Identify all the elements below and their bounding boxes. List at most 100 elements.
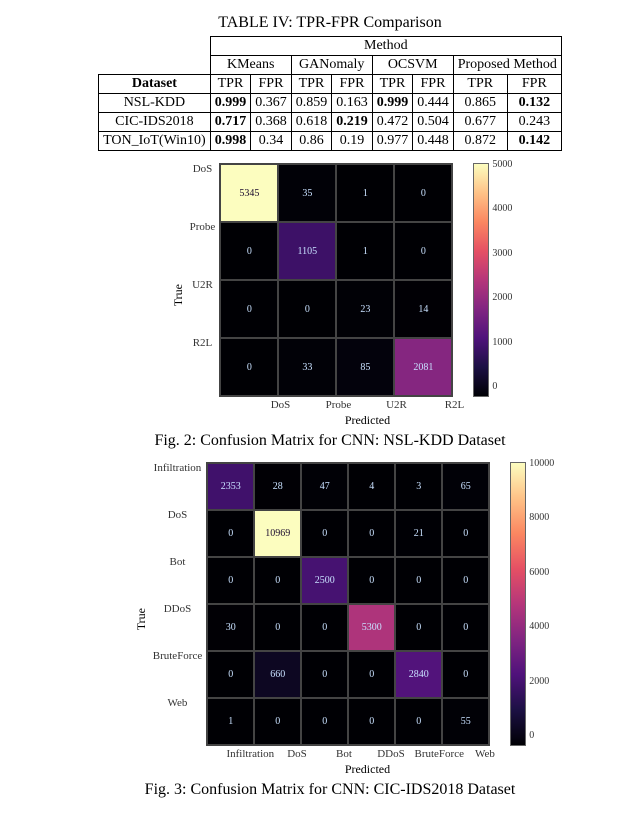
heatmap-cell: 10969 <box>254 510 301 557</box>
heatmap-cell: 30 <box>207 604 254 651</box>
dataset-header: Dataset <box>99 75 211 94</box>
heatmap-cell: 0 <box>301 510 348 557</box>
dataset-cell: NSL-KDD <box>99 94 211 113</box>
metric-header: TPR <box>210 75 251 94</box>
value-cell: 0.999 <box>372 94 413 113</box>
y-axis-label: True <box>171 284 186 306</box>
heatmap: TrueDoSProbeU2RR2L5345351001105100023140… <box>171 163 490 428</box>
heatmap-cell: 0 <box>301 698 348 745</box>
row-label: R2L <box>193 337 217 395</box>
heatmap-cell: 0 <box>394 164 452 222</box>
colorbar-tick: 2000 <box>529 677 554 687</box>
col-label: Probe <box>309 397 367 411</box>
fig3-caption: Fig. 3: Confusion Matrix for CNN: CIC-ID… <box>10 781 640 799</box>
x-axis-label: Predicted <box>251 413 483 428</box>
colorbar-tick: 4000 <box>492 204 512 214</box>
heatmap-cell: 0 <box>442 651 489 698</box>
colorbar-tick: 0 <box>492 382 512 392</box>
col-label: DDoS <box>367 746 414 760</box>
method-header: Method <box>210 37 561 56</box>
col-label: DoS <box>273 746 320 760</box>
heatmap-cell: 0 <box>442 557 489 604</box>
heatmap-cell: 21 <box>395 510 442 557</box>
heatmap-cell: 1 <box>336 222 394 280</box>
heatmap-cell: 0 <box>301 651 348 698</box>
colorbar: 1000080006000400020000 <box>510 462 526 746</box>
heatmap-cell: 660 <box>254 651 301 698</box>
heatmap: TrueInfiltrationDoSBotDDoSBruteForceWeb2… <box>134 462 526 777</box>
colorbar-tick: 0 <box>529 731 554 741</box>
heatmap-cell: 0 <box>395 604 442 651</box>
col-label: BruteForce <box>414 746 461 760</box>
value-cell: 0.368 <box>251 113 292 132</box>
row-label: DoS <box>168 509 192 556</box>
heatmap-cell: 0 <box>254 557 301 604</box>
heatmap-cell: 47 <box>301 463 348 510</box>
value-cell: 0.132 <box>507 94 561 113</box>
heatmap-cell: 0 <box>207 651 254 698</box>
value-cell: 0.717 <box>210 113 251 132</box>
heatmap-cell: 0 <box>442 510 489 557</box>
method-col: Proposed Method <box>453 56 561 75</box>
heatmap-cell: 55 <box>442 698 489 745</box>
method-col: GANomaly <box>291 56 372 75</box>
value-cell: 0.86 <box>291 132 332 151</box>
heatmap-cell: 0 <box>254 604 301 651</box>
colorbar: 500040003000200010000 <box>473 163 489 397</box>
value-cell: 0.219 <box>332 113 373 132</box>
row-label: DoS <box>193 163 217 221</box>
value-cell: 0.504 <box>413 113 454 132</box>
heatmap-cell: 0 <box>207 557 254 604</box>
value-cell: 0.444 <box>413 94 454 113</box>
value-cell: 0.448 <box>413 132 454 151</box>
fig2-caption: Fig. 2: Confusion Matrix for CNN: NSL-KD… <box>10 432 640 450</box>
heatmap-cell: 0 <box>278 280 336 338</box>
method-col: KMeans <box>210 56 291 75</box>
heatmap-cell: 0 <box>348 698 395 745</box>
value-cell: 0.872 <box>453 132 507 151</box>
heatmap-cell: 28 <box>254 463 301 510</box>
dataset-cell: TON_IoT(Win10) <box>99 132 211 151</box>
heatmap-cell: 3 <box>395 463 442 510</box>
colorbar-tick: 5000 <box>492 160 512 170</box>
value-cell: 0.472 <box>372 113 413 132</box>
heatmap-cell: 0 <box>395 557 442 604</box>
heatmap-cell: 85 <box>336 338 394 396</box>
value-cell: 0.977 <box>372 132 413 151</box>
heatmap-cell: 0 <box>254 698 301 745</box>
value-cell: 0.243 <box>507 113 561 132</box>
heatmap-cell: 65 <box>442 463 489 510</box>
col-label: Bot <box>320 746 367 760</box>
colorbar-tick: 1000 <box>492 338 512 348</box>
y-axis-label: True <box>134 608 149 630</box>
method-col: OCSVM <box>372 56 453 75</box>
heatmap-cell: 2081 <box>394 338 452 396</box>
col-label: DoS <box>251 397 309 411</box>
heatmap-cell: 0 <box>348 557 395 604</box>
heatmap-cell: 0 <box>207 510 254 557</box>
dataset-cell: CIC-IDS2018 <box>99 113 211 132</box>
metric-header: TPR <box>372 75 413 94</box>
heatmap-cell: 0 <box>394 222 452 280</box>
heatmap-cell: 1 <box>336 164 394 222</box>
row-label: Probe <box>190 221 220 279</box>
heatmap-cell: 4 <box>348 463 395 510</box>
heatmap-cell: 33 <box>278 338 336 396</box>
heatmap-cell: 0 <box>348 510 395 557</box>
heatmap-cell: 5345 <box>220 164 278 222</box>
heatmap-cell: 14 <box>394 280 452 338</box>
value-cell: 0.142 <box>507 132 561 151</box>
metric-header: FPR <box>332 75 373 94</box>
heatmap-cell: 2500 <box>301 557 348 604</box>
heatmap-cell: 0 <box>395 698 442 745</box>
colorbar-tick: 6000 <box>529 568 554 578</box>
value-cell: 0.34 <box>251 132 292 151</box>
colorbar-tick: 2000 <box>492 293 512 303</box>
value-cell: 0.618 <box>291 113 332 132</box>
colorbar-tick: 8000 <box>529 513 554 523</box>
value-cell: 0.865 <box>453 94 507 113</box>
heatmap-cell: 2840 <box>395 651 442 698</box>
heatmap-cell: 23 <box>336 280 394 338</box>
heatmap-cell: 35 <box>278 164 336 222</box>
x-axis-label: Predicted <box>226 762 508 777</box>
